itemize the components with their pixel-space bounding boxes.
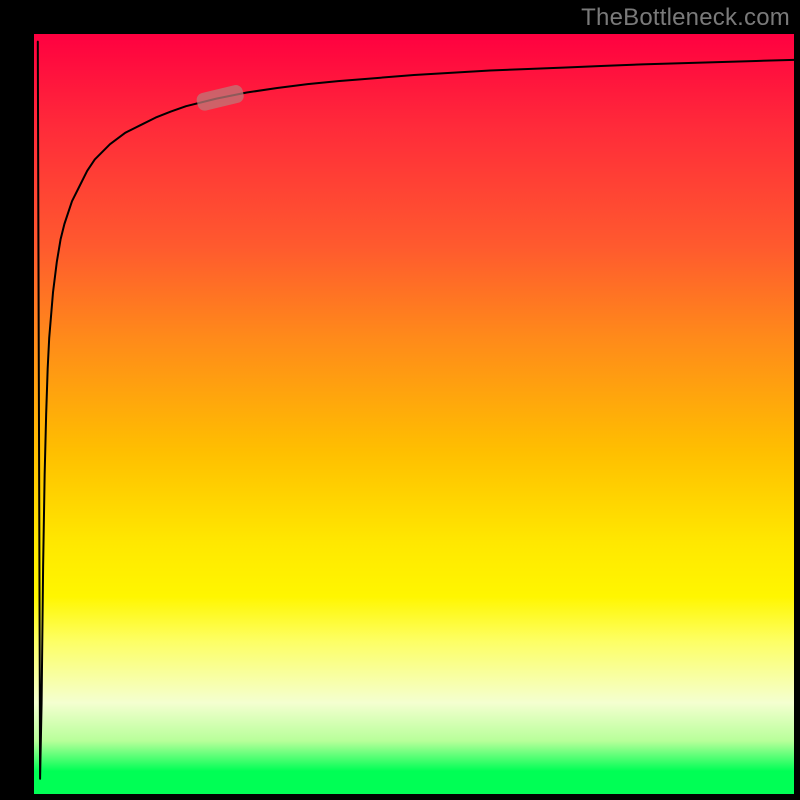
chart-frame: TheBottleneck.com xyxy=(0,0,800,800)
chart-plot-area xyxy=(34,34,794,794)
watermark-text: TheBottleneck.com xyxy=(581,4,790,32)
chart-curve-svg xyxy=(34,34,794,794)
chart-curve xyxy=(38,42,794,779)
curve-marker xyxy=(195,84,245,112)
